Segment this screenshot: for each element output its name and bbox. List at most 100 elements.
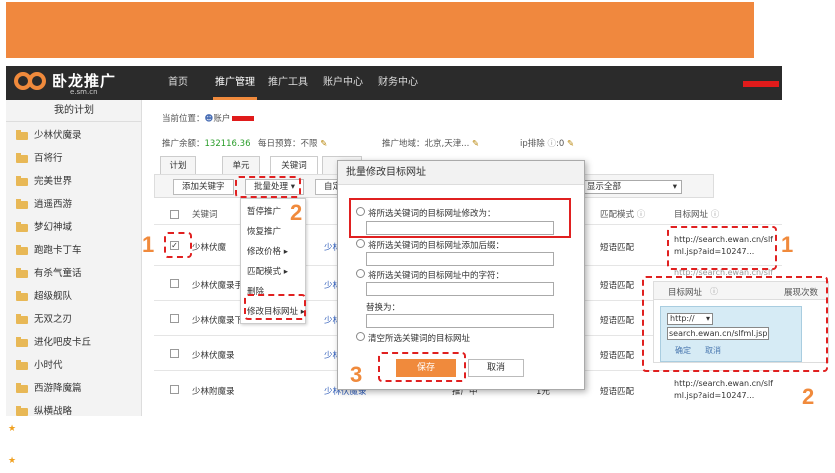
highlight-save-button: [378, 352, 466, 382]
option-clear-url-radio[interactable]: [356, 332, 365, 341]
breadcrumb: 当前位置：☻账户: [162, 112, 255, 124]
sidebar-plan-item[interactable]: 有杀气童话: [6, 262, 141, 285]
nav-promotion-tools[interactable]: 推广工具: [262, 66, 314, 100]
step-number-3: 3: [350, 362, 363, 387]
edit-ip-icon[interactable]: ✎: [567, 139, 574, 149]
folder-icon: [16, 406, 28, 416]
menu-item-match-mode[interactable]: 匹配模式 ▸: [247, 265, 288, 277]
chevron-right-icon: ▸: [283, 267, 288, 277]
option-append-suffix-label: 将所选关键词的目标网址添加后缀：: [368, 241, 505, 251]
chevron-down-icon: ▾: [672, 182, 677, 192]
add-keyword-button[interactable]: 添加关键字: [173, 179, 234, 195]
url-cell: ml.jsp?aid=10247...: [674, 391, 755, 400]
folder-icon: [16, 153, 28, 163]
column-header-url[interactable]: 目标网址 ⓘ: [674, 208, 719, 220]
sidebar-plan-item[interactable]: 超级舰队: [6, 285, 141, 308]
replace-with-input[interactable]: [366, 314, 554, 328]
menu-item-resume[interactable]: 恢复推广: [247, 225, 281, 237]
sidebar-plan-item[interactable]: 西游降魔篇: [6, 377, 141, 400]
folder-icon: [16, 360, 28, 370]
select-all-checkbox[interactable]: [170, 210, 179, 219]
menu-item-pause[interactable]: 暂停推广: [247, 205, 281, 217]
folder-icon: [16, 337, 28, 347]
help-icon[interactable]: ⓘ: [547, 139, 556, 149]
sidebar-plan-item[interactable]: 梦幻神域: [6, 216, 141, 239]
account-redacted: [232, 116, 255, 121]
filter-select[interactable]: 显示全部 ▾: [582, 180, 682, 194]
sidebar-plan-item[interactable]: 逍遥西游: [6, 193, 141, 216]
keyword-cell: 少林伏魔录: [192, 351, 235, 361]
match-cell: 短语匹配: [600, 281, 635, 291]
star-icon: ★: [8, 456, 17, 466]
sidebar-plan-item[interactable]: 小时代: [6, 354, 141, 377]
option-replace-chars-radio[interactable]: [356, 269, 365, 278]
edit-region-icon[interactable]: ✎: [472, 139, 479, 149]
find-chars-input[interactable]: [366, 282, 554, 296]
keyword-cell: 少林附魔录: [192, 387, 235, 397]
top-nav-bar: 卧龙推广 e.sm.cn 首页 推广管理 推广工具 账户中心 财务中心: [6, 66, 782, 100]
brand-logo: 卧龙推广 e.sm.cn: [14, 69, 144, 97]
folder-icon: [16, 222, 28, 232]
sidebar-plan-item[interactable]: 进化吧皮卡丘: [6, 331, 141, 354]
suffix-input[interactable]: [366, 252, 554, 266]
match-cell: 短语匹配: [600, 316, 635, 326]
sidebar-plan-item[interactable]: 无双之刃: [6, 308, 141, 331]
folder-icon: [16, 199, 28, 209]
url-cell: http://search.ewan.cn/slf: [674, 379, 773, 388]
nav-promotion-management[interactable]: 推广管理: [209, 66, 261, 100]
sidebar-plan-item[interactable]: 少林伏魔录: [6, 124, 141, 147]
balance-info: 推广余额：132116.36: [162, 139, 251, 149]
highlight-edit-url-menu: [244, 294, 306, 320]
tab-unit[interactable]: 单元: [222, 156, 260, 174]
budget-info: 每日预算：不限 ✎: [258, 139, 328, 149]
tab-keyword[interactable]: 关键词: [270, 156, 318, 174]
edit-budget-icon[interactable]: ✎: [320, 139, 327, 149]
step-number-2-right: 2: [802, 384, 815, 409]
highlight-batch-button: [235, 176, 301, 198]
keyword-cell: 少林伏魔录手: [192, 281, 244, 291]
row-checkbox[interactable]: [170, 314, 179, 323]
highlight-url-cell: [667, 226, 777, 270]
sidebar-title: 我的计划: [6, 100, 141, 122]
row-checkbox[interactable]: [170, 279, 179, 288]
step-number-1: 1: [142, 232, 155, 257]
cancel-button[interactable]: 取消: [468, 359, 524, 377]
region-info: 推广地域：北京,天津... ✎: [382, 139, 480, 149]
sidebar-plan-item[interactable]: 完美世界: [6, 170, 141, 193]
sidebar: 我的计划 少林伏魔录 百将行 完美世界 逍遥西游 梦幻神域 跑跑卡丁车 有杀气童…: [6, 100, 142, 416]
highlight-zoom-panel: [642, 276, 828, 372]
option-replace-chars-label: 将所选关键词的目标网址中的字符：: [368, 271, 505, 281]
help-icon[interactable]: ⓘ: [711, 210, 720, 220]
folder-icon: [16, 268, 28, 278]
replace-with-label: 替换为：: [366, 303, 401, 313]
folder-icon: [16, 291, 28, 301]
match-cell: 短语匹配: [600, 243, 635, 253]
nav-account-center[interactable]: 账户中心: [317, 66, 369, 100]
sidebar-plan-item[interactable]: 跑跑卡丁车: [6, 239, 141, 262]
column-header-keyword[interactable]: 关键词: [192, 208, 218, 220]
row-checkbox[interactable]: [170, 349, 179, 358]
nav-finance-center[interactable]: 财务中心: [372, 66, 424, 100]
dialog-title: 批量修改目标网址: [338, 161, 584, 185]
logo-subtext: e.sm.cn: [70, 88, 98, 96]
folder-icon: [16, 245, 28, 255]
folder-icon: [16, 130, 28, 140]
ip-exclude-info: ip排除 ⓘ:0 ✎: [520, 139, 575, 149]
column-header-match[interactable]: 匹配模式 ⓘ: [600, 208, 645, 220]
help-icon[interactable]: ⓘ: [637, 210, 646, 220]
user-name-redacted[interactable]: [743, 81, 779, 87]
folder-icon: [16, 176, 28, 186]
nav-home[interactable]: 首页: [162, 66, 194, 100]
option-append-suffix-radio[interactable]: [356, 239, 365, 248]
menu-item-edit-price[interactable]: 修改价格 ▸: [247, 245, 288, 257]
row-checkbox[interactable]: [170, 385, 179, 394]
header-banner: [6, 2, 754, 58]
step-number-2: 2: [290, 200, 303, 225]
folder-icon: [16, 383, 28, 393]
star-icon: ★: [8, 424, 17, 434]
tab-plan[interactable]: 计划: [160, 156, 196, 174]
match-cell: 短语匹配: [600, 387, 635, 397]
sidebar-plan-item[interactable]: 纵横战略: [6, 400, 141, 416]
logo-icon: [14, 71, 48, 93]
sidebar-plan-item[interactable]: 百将行: [6, 147, 141, 170]
